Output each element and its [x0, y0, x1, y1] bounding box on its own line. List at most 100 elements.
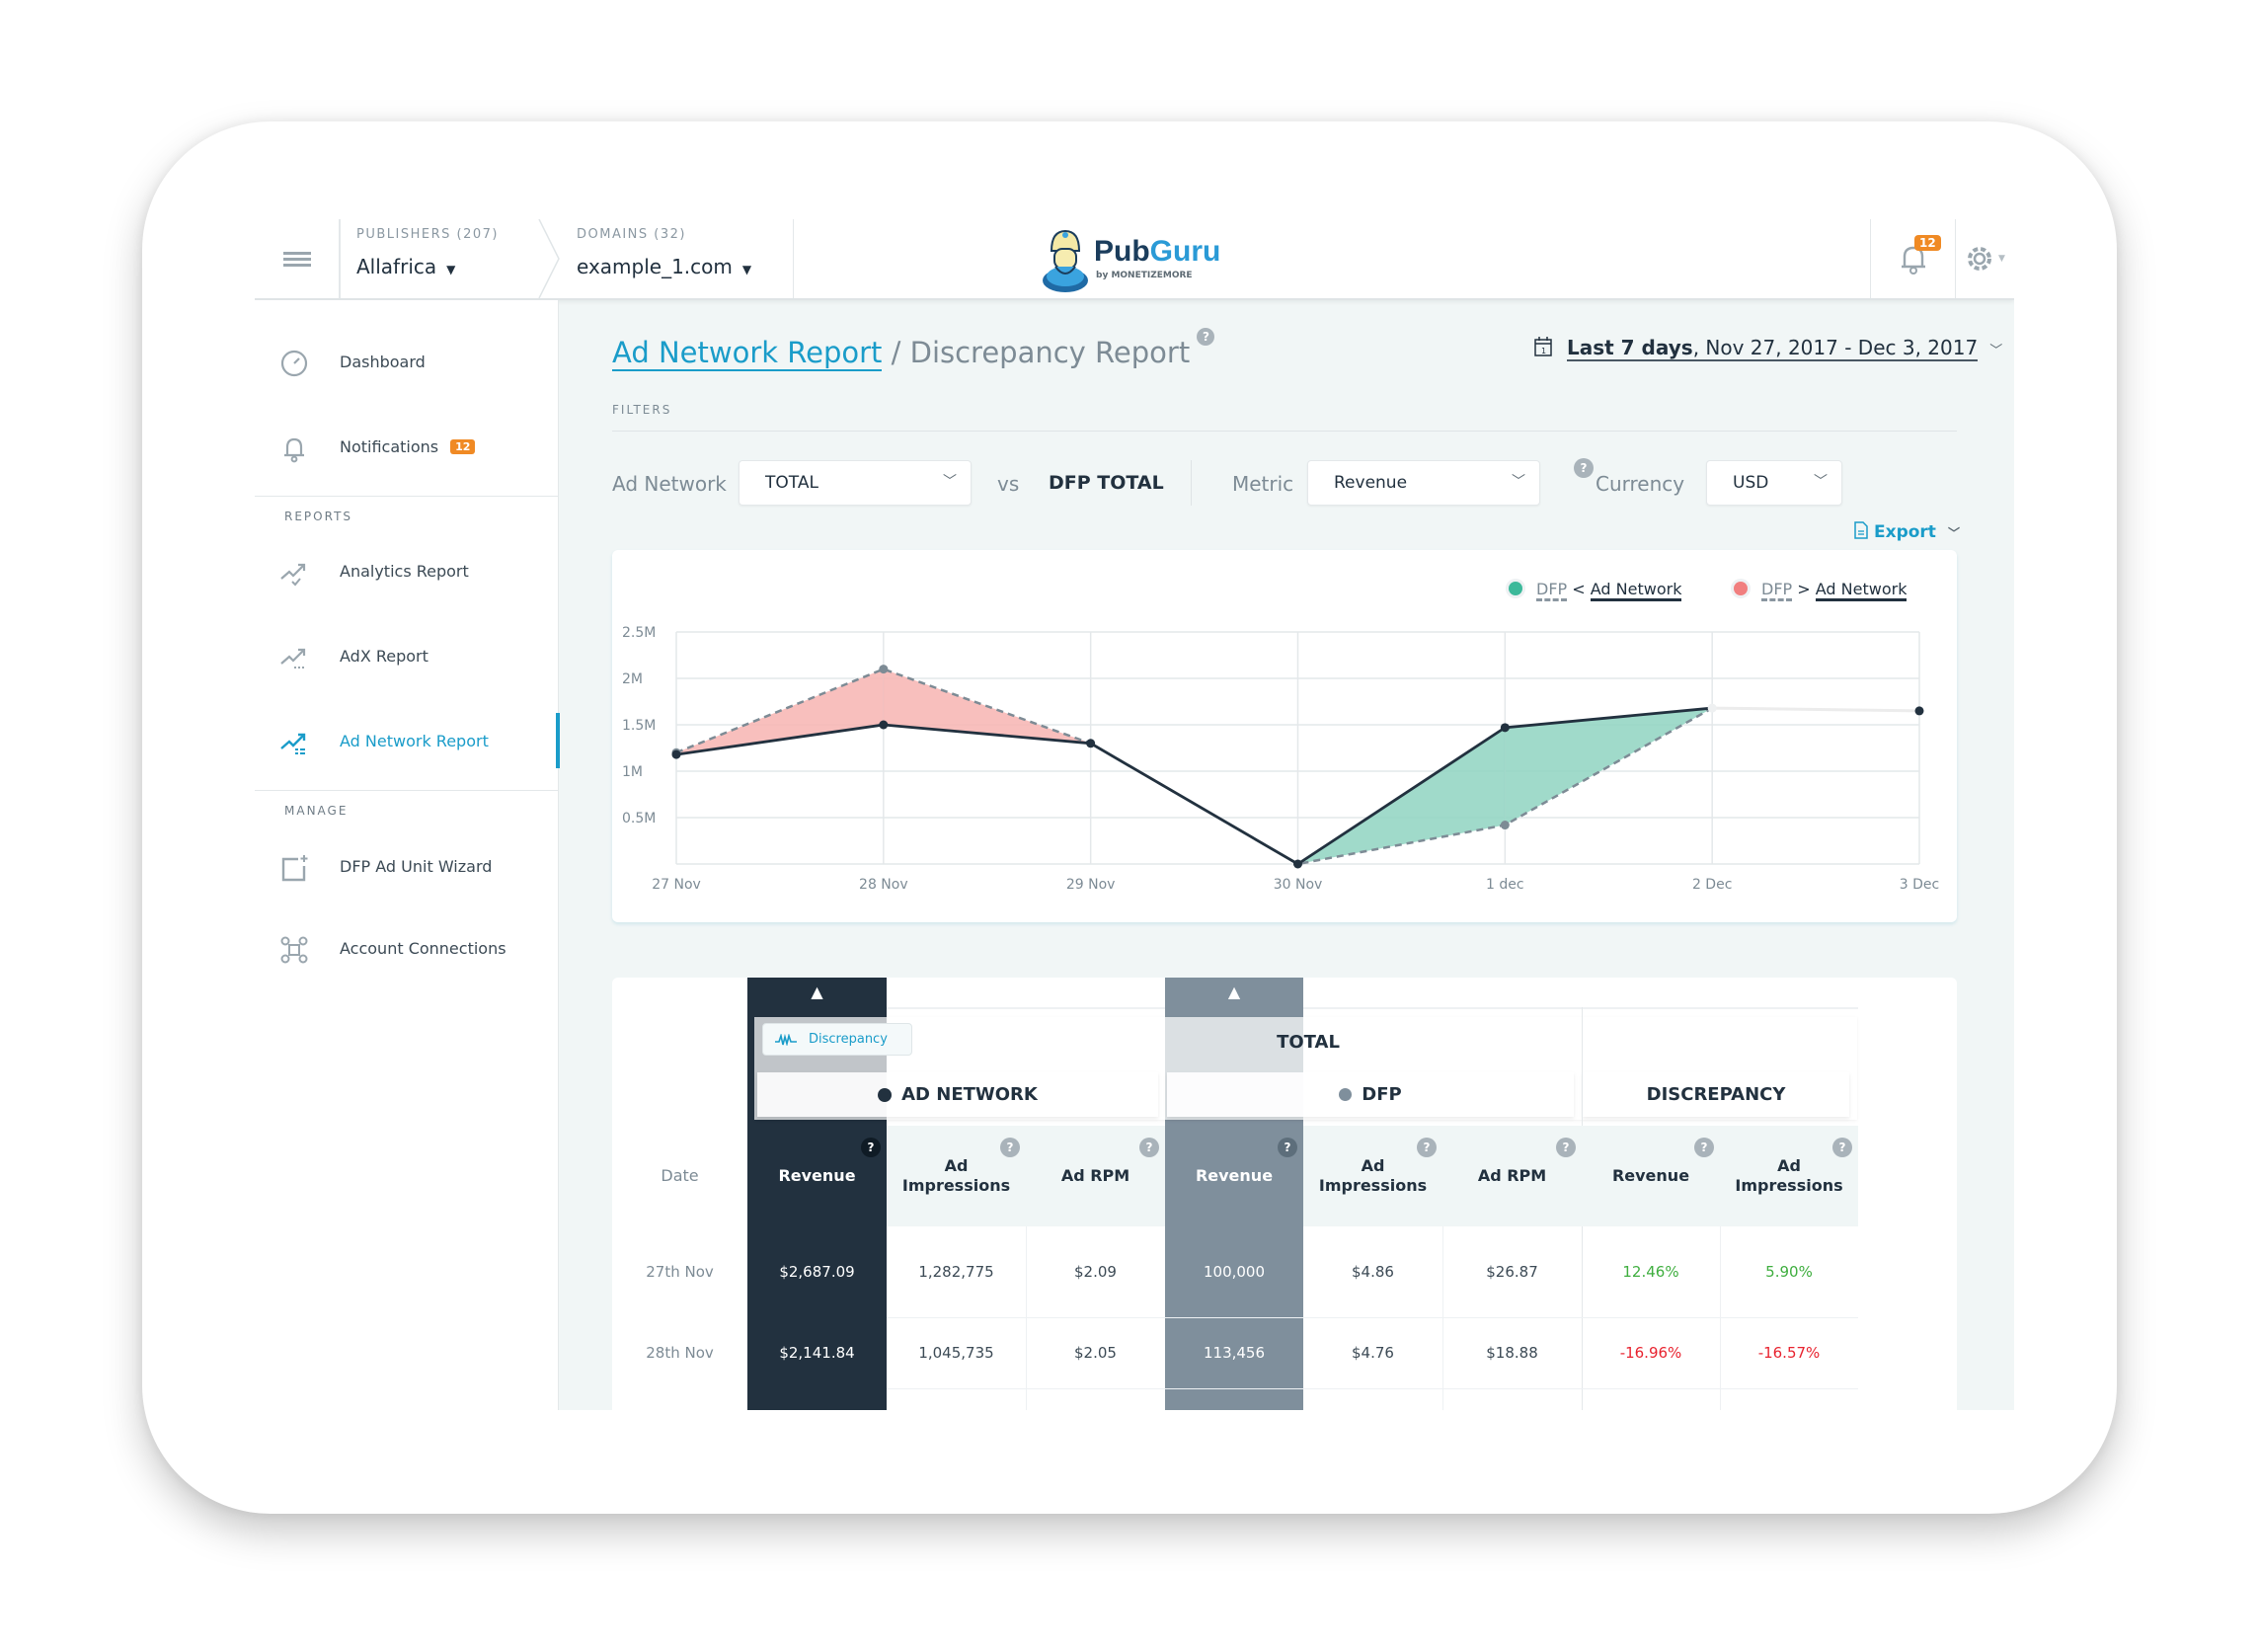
table-cell-date: 29th Nov — [612, 1388, 747, 1410]
y-tick-label: 1M — [622, 764, 643, 780]
logo-subtitle: by MONETIZEMORE — [1096, 271, 1193, 280]
table-cell-d-impr: 5.90% — [1765, 1263, 1813, 1281]
hamburger-icon — [282, 249, 311, 270]
chevron-down-icon: ﹀ — [943, 474, 957, 490]
publishers-label: PUBLISHERS (207) — [356, 227, 499, 242]
help-icon[interactable]: ? — [1832, 1138, 1852, 1157]
sort-up-icon[interactable]: ▲ — [1165, 982, 1303, 1001]
table-cell-an-revenue: $1,808.43 — [747, 1388, 887, 1410]
pubguru-logo: PubGuru by MONETIZEMORE — [1040, 225, 1237, 294]
table-cell-dfp-rpm: $18.88 — [1486, 1344, 1538, 1362]
group-title-discrepancy: DISCREPANCY — [1646, 1084, 1786, 1105]
svg-text:1: 1 — [1541, 347, 1546, 355]
help-icon[interactable]: ? — [861, 1138, 881, 1157]
table-cell-dfp-impr: $4.86 — [1352, 1263, 1394, 1281]
data-point-dfp — [879, 665, 889, 674]
guru-mascot-icon — [1043, 229, 1088, 292]
table-cell-d-revenue: -16.96% — [1619, 1344, 1682, 1362]
help-icon[interactable]: ? — [1278, 1138, 1297, 1157]
help-icon[interactable]: ? — [1556, 1138, 1576, 1157]
publisher-selector[interactable]: PUBLISHERS (207) Allafrica ▼ — [340, 219, 537, 298]
sort-up-icon[interactable]: ▲ — [747, 982, 887, 1001]
gear-icon — [1968, 247, 1992, 271]
date-range-preset: Last 7 days — [1567, 336, 1693, 359]
x-tick-label: 27 Nov — [652, 877, 701, 893]
filters-label: FILTERS — [612, 403, 672, 417]
ad-network-value: TOTAL — [765, 473, 818, 493]
calendar-icon: 1 — [1534, 337, 1552, 356]
table-cell-dfp-revenue: 100,000 — [1203, 1263, 1266, 1281]
sidebar-item-ad-network-report[interactable]: Ad Network Report — [255, 713, 560, 772]
trend-list-icon — [280, 733, 306, 754]
breadcrumb-link-ad-network-report[interactable]: Ad Network Report — [612, 336, 883, 371]
page-title: Ad Network Report / Discrepancy Report ? — [612, 328, 1215, 371]
metric-label: Metric — [1232, 472, 1294, 496]
x-tick-label: 28 Nov — [859, 877, 908, 893]
x-tick-label: 29 Nov — [1066, 877, 1116, 893]
sidebar-item-dashboard[interactable]: Dashboard — [255, 334, 559, 393]
help-icon[interactable]: ? — [1694, 1138, 1714, 1157]
export-button[interactable]: Export ﹀ — [1854, 521, 1960, 542]
group-title-dfp: DFP — [1167, 1072, 1574, 1117]
dfp-total-label: DFP TOTAL — [1049, 472, 1164, 494]
table-cell-dfp-revenue: 126,912 — [1165, 1388, 1303, 1410]
sidebar-item-adx-report[interactable]: AdX Report — [255, 628, 559, 687]
table-card: ▲ ▲ Discrepancy TOTAL AD NETWORK DFP DISCREPAN… — [612, 978, 1957, 1410]
discrepancy-toggle-chip[interactable]: Discrepancy — [762, 1023, 912, 1056]
sidebar-item-label: DFP Ad Unit Wizard — [340, 857, 493, 876]
sidebar-item-account-connections[interactable]: Account Connections — [255, 920, 559, 980]
table-cell-d-revenue: 12.46% — [1622, 1263, 1679, 1281]
data-point-ad-network — [879, 720, 889, 730]
currency-select[interactable]: USD ﹀ — [1706, 460, 1842, 506]
sidebar-item-label: Analytics Report — [340, 562, 469, 581]
sidebar-item-label: Account Connections — [340, 939, 506, 958]
group-label: AD NETWORK — [901, 1084, 1038, 1105]
data-point-ad-network — [1086, 739, 1096, 748]
section-label-reports: REPORTS — [284, 510, 353, 523]
date-range-picker[interactable]: 1 Last 7 days, Nov 27, 2017 - Dec 3, 2017… — [1533, 336, 2002, 361]
table-cell-dfp-impr: $4.76 — [1352, 1344, 1394, 1362]
trend-dots-icon — [280, 648, 306, 669]
table-cell-an-impr: 1,282,775 — [918, 1263, 994, 1281]
domain-selector[interactable]: DOMAINS (32) example_1.com ▼ — [561, 219, 794, 298]
help-icon[interactable]: ? — [1417, 1138, 1437, 1157]
divider — [255, 496, 559, 497]
breadcrumb-current: Discrepancy Report — [909, 336, 1191, 369]
sidebar-item-analytics-report[interactable]: Analytics Report — [255, 543, 559, 602]
x-tick-label: 3 Dec — [1900, 877, 1939, 893]
table-cell-an-revenue: $2,141.84 — [779, 1344, 855, 1362]
breadcrumb-separator-icon — [538, 219, 560, 298]
y-tick-label: 2.5M — [622, 625, 656, 641]
data-point-ad-network — [1500, 723, 1510, 733]
ad-network-select[interactable]: TOTAL ﹀ — [739, 460, 972, 506]
group-title-ad-network: AD NETWORK — [757, 1072, 1158, 1117]
notification-badge: 12 — [1914, 235, 1941, 251]
top-bar: PUBLISHERS (207) Allafrica ▼ DOMAINS (32)… — [255, 219, 2014, 300]
group-label: DFP — [1362, 1084, 1402, 1105]
column-header-date[interactable]: Date — [612, 1126, 747, 1226]
help-icon[interactable]: ? — [1000, 1138, 1020, 1157]
waveform-icon — [775, 1033, 797, 1046]
table-cell-date: 27th Nov — [646, 1263, 714, 1281]
help-icon[interactable]: ? — [1197, 328, 1215, 346]
x-tick-label: 2 Dec — [1692, 877, 1732, 893]
table-cell-dfp-impr: $4.69 — [1303, 1388, 1442, 1410]
notifications-button[interactable]: 12 — [1870, 219, 1955, 298]
sidebar-item-dfp-ad-unit-wizard[interactable]: DFP Ad Unit Wizard — [255, 838, 559, 898]
settings-button[interactable]: ▼ — [1955, 219, 2014, 298]
date-range-dates: , Nov 27, 2017 - Dec 3, 2017 — [1692, 336, 1979, 359]
sidebar-item-notifications[interactable]: Notifications 12 — [255, 419, 559, 478]
help-icon[interactable]: ? — [1574, 458, 1594, 478]
breadcrumb-separator: / — [891, 336, 901, 369]
currency-label: Currency — [1596, 472, 1685, 496]
table-cell-an-impr: 1,045,735 — [918, 1344, 994, 1362]
series-dot-icon — [1339, 1088, 1353, 1101]
menu-button[interactable] — [255, 219, 340, 298]
sidebar-item-label: Ad Network Report — [340, 732, 489, 750]
help-icon[interactable]: ? — [1139, 1138, 1159, 1157]
metric-select[interactable]: Revenue ﹀ — [1307, 460, 1540, 506]
divider — [255, 790, 559, 791]
caret-down-icon: ▼ — [446, 263, 456, 276]
data-point-dfp — [1500, 821, 1510, 830]
add-box-icon — [281, 855, 308, 882]
